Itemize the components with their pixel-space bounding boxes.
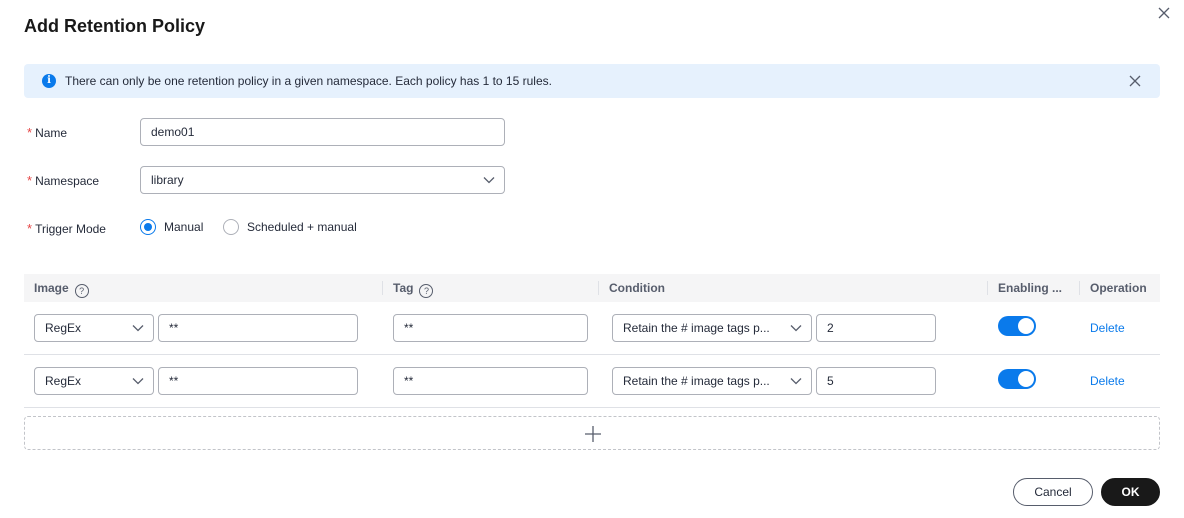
condition-count-input[interactable]: 2 xyxy=(816,314,936,342)
name-input[interactable]: demo01 xyxy=(140,118,505,146)
match-type-select[interactable]: RegEx xyxy=(34,314,154,342)
required-mark: * xyxy=(27,173,33,188)
column-divider xyxy=(1079,281,1080,295)
name-label: * Name xyxy=(27,125,68,140)
rules-table-header: Image? Tag? Condition Enabling ... Opera… xyxy=(24,274,1160,302)
dialog-title: Add Retention Policy xyxy=(24,16,206,36)
condition-select[interactable]: Retain the # image tags p... xyxy=(612,367,812,395)
alert-text: There can only be one retention policy i… xyxy=(65,74,552,88)
help-icon[interactable]: ? xyxy=(419,284,434,298)
match-type-select[interactable]: RegEx xyxy=(34,367,154,395)
delete-link[interactable]: Delete xyxy=(1090,321,1125,335)
enable-toggle[interactable] xyxy=(998,369,1036,389)
required-mark: * xyxy=(27,221,33,236)
column-header-operation: Operation xyxy=(1090,281,1147,295)
column-header-condition: Condition xyxy=(609,281,665,295)
radio-scheduled-manual[interactable] xyxy=(223,219,239,235)
chevron-down-icon xyxy=(483,177,495,184)
column-divider xyxy=(598,281,599,295)
required-mark: * xyxy=(27,125,33,140)
cancel-button[interactable]: Cancel xyxy=(1013,478,1093,506)
enable-toggle[interactable] xyxy=(998,316,1036,336)
column-divider xyxy=(382,281,383,295)
image-pattern-input[interactable]: ** xyxy=(158,367,358,395)
add-rule-button[interactable] xyxy=(24,416,1160,450)
tag-pattern-input[interactable]: ** xyxy=(393,367,588,395)
close-icon[interactable] xyxy=(1155,4,1173,22)
condition-count-input[interactable]: 5 xyxy=(816,367,936,395)
chevron-down-icon xyxy=(790,378,802,385)
help-icon[interactable]: ? xyxy=(74,284,89,298)
namespace-value: library xyxy=(151,173,184,187)
chevron-down-icon xyxy=(790,325,802,332)
radio-manual-label[interactable]: Manual xyxy=(164,220,203,234)
tag-pattern-input[interactable]: ** xyxy=(393,314,588,342)
ok-button[interactable]: OK xyxy=(1101,478,1160,506)
plus-icon xyxy=(585,426,601,442)
radio-manual[interactable] xyxy=(140,219,156,235)
trigger-mode-label: * Trigger Mode xyxy=(27,221,106,236)
row-divider xyxy=(24,407,1160,408)
column-header-enabling: Enabling ... xyxy=(998,281,1063,295)
column-header-tag: Tag? xyxy=(393,281,434,298)
chevron-down-icon xyxy=(132,325,144,332)
delete-link[interactable]: Delete xyxy=(1090,374,1125,388)
chevron-down-icon xyxy=(132,378,144,385)
info-alert: i There can only be one retention policy… xyxy=(24,64,1160,98)
radio-scheduled-manual-label[interactable]: Scheduled + manual xyxy=(247,220,357,234)
condition-select[interactable]: Retain the # image tags p... xyxy=(612,314,812,342)
info-icon: i xyxy=(42,74,56,88)
namespace-label: * Namespace xyxy=(27,173,100,188)
alert-close-icon[interactable] xyxy=(1128,74,1142,88)
column-header-image: Image? xyxy=(34,281,89,298)
image-pattern-input[interactable]: ** xyxy=(158,314,358,342)
column-divider xyxy=(987,281,988,295)
row-divider xyxy=(24,354,1160,355)
namespace-select[interactable]: library xyxy=(140,166,505,194)
